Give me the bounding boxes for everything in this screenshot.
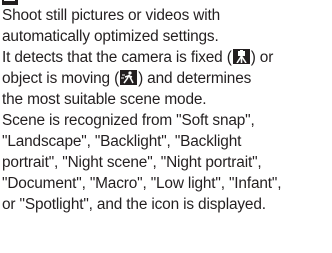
text-line: portrait", "Night scene", "Night portrai… [2,154,262,171]
text-segment: It detects that the camera is fixed ( [2,49,232,66]
text-line: "Document", "Macro", "Low light", "Infan… [2,175,282,192]
text-line: Scene is recognized from "Soft snap", [2,112,255,129]
text-line: or "Spotlight", and the icon is displaye… [2,196,266,213]
text-line: It detects that the camera is fixed ( ) o… [2,47,332,68]
text-line: object is moving ( ) and determines [2,68,332,89]
text-line: "Landscape", "Backlight", "Backlight [2,133,242,150]
auto-mode-icon [2,0,18,5]
text-segment: object is moving ( [2,70,120,87]
text-line: Shoot still pictures or videos with [2,7,221,24]
text-segment: ) or [250,49,274,66]
tripod-icon [232,49,250,64]
document-body: Shoot still pictures or videos with auto… [2,0,332,215]
text-segment: ) and determines [138,70,252,87]
section-heading [2,0,332,5]
text-line: automatically optimized settings. [2,28,219,45]
moving-person-icon [120,70,138,85]
text-line: the most suitable scene mode. [2,91,207,108]
